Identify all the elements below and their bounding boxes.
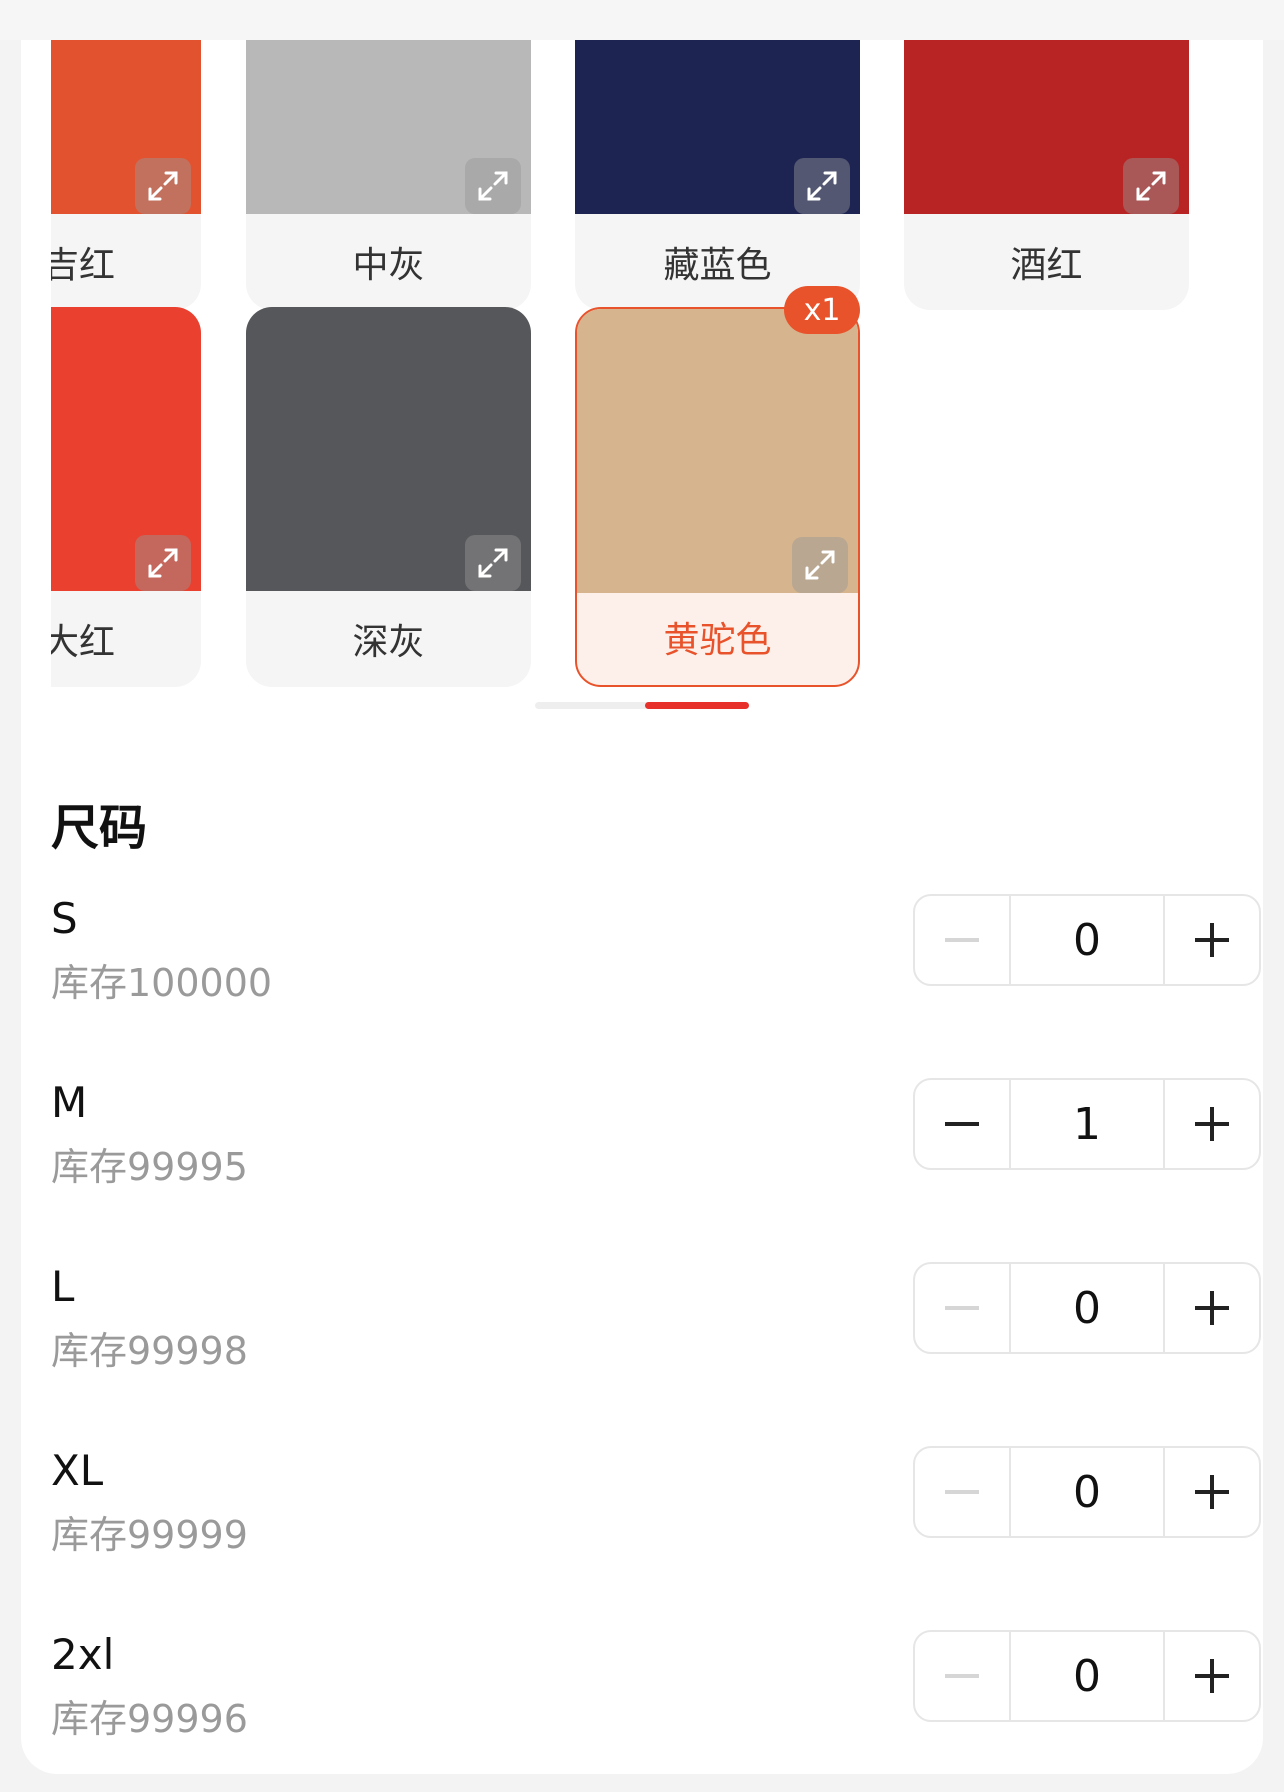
color-card-wine[interactable]: 酒红: [904, 40, 1189, 310]
expand-icon[interactable]: [792, 537, 848, 593]
size-stock: 库存99999: [51, 1513, 248, 1557]
quantity-value[interactable]: 0: [1011, 896, 1163, 984]
color-label: 中灰: [352, 245, 425, 286]
color-card-navy[interactable]: 藏蓝色: [575, 40, 860, 310]
minus-icon: [945, 938, 979, 942]
minus-icon: [945, 1122, 979, 1126]
color-card-partial-1[interactable]: 吉红: [51, 40, 201, 310]
color-card-darkgray[interactable]: 深灰: [246, 307, 531, 687]
plus-button[interactable]: [1163, 1080, 1259, 1168]
quantity-stepper: 0: [913, 1630, 1261, 1722]
color-label: 吉红: [51, 245, 115, 286]
color-card-camel[interactable]: 黄驼色: [575, 307, 860, 687]
quantity-value[interactable]: 0: [1011, 1264, 1163, 1352]
expand-icon[interactable]: [135, 535, 191, 591]
plus-button[interactable]: [1163, 1632, 1259, 1720]
minus-button[interactable]: [915, 1264, 1011, 1352]
quantity-value[interactable]: 0: [1011, 1632, 1163, 1720]
expand-icon[interactable]: [465, 158, 521, 214]
color-label: 深灰: [352, 622, 425, 663]
quantity-value[interactable]: 0: [1011, 1448, 1163, 1536]
size-row-xl: XL 库存99999 0: [51, 1446, 1261, 1586]
top-overlay: [0, 0, 1284, 40]
size-name: S: [51, 894, 78, 943]
quantity-stepper: 0: [913, 1446, 1261, 1538]
color-card-gray[interactable]: 中灰: [246, 40, 531, 310]
size-row-s: S 库存100000 0: [51, 894, 1261, 1034]
size-name: XL: [51, 1446, 104, 1495]
size-name: L: [51, 1262, 75, 1311]
plus-button[interactable]: [1163, 1264, 1259, 1352]
expand-icon[interactable]: [135, 158, 191, 214]
size-stock: 库存100000: [51, 961, 273, 1005]
size-row-m: M 库存99995 1: [51, 1078, 1261, 1218]
minus-button[interactable]: [915, 1448, 1011, 1536]
quantity-stepper: 0: [913, 1262, 1261, 1354]
quantity-stepper: 1: [913, 1078, 1261, 1170]
quantity-stepper: 0: [913, 894, 1261, 986]
size-name: M: [51, 1078, 88, 1127]
minus-icon: [945, 1674, 979, 1678]
expand-icon[interactable]: [465, 535, 521, 591]
color-card-partial-2[interactable]: 大红: [51, 307, 201, 687]
quantity-badge: x1: [784, 286, 860, 334]
size-stock: 库存99998: [51, 1329, 248, 1373]
plus-button[interactable]: [1163, 896, 1259, 984]
minus-icon: [945, 1490, 979, 1494]
color-label: 大红: [51, 622, 115, 663]
minus-icon: [945, 1306, 979, 1310]
color-grid: 吉红 中灰 藏蓝色 酒红 大红 深灰 黄驼色 x1: [51, 40, 1263, 700]
quantity-value[interactable]: 1: [1011, 1080, 1163, 1168]
sku-sheet: 吉红 中灰 藏蓝色 酒红 大红 深灰 黄驼色 x1 尺码 S 库存100000 …: [21, 0, 1263, 1774]
size-stock: 库存99995: [51, 1145, 248, 1189]
minus-button[interactable]: [915, 896, 1011, 984]
size-row-l: L 库存99998 0: [51, 1262, 1261, 1402]
minus-button[interactable]: [915, 1080, 1011, 1168]
color-label: 酒红: [1010, 245, 1083, 286]
color-label: 黄驼色: [663, 620, 772, 661]
scroll-thumb[interactable]: [645, 702, 749, 709]
expand-icon[interactable]: [794, 158, 850, 214]
plus-button[interactable]: [1163, 1448, 1259, 1536]
size-section-title: 尺码: [51, 800, 148, 856]
size-name: 2xl: [51, 1630, 115, 1679]
size-row-2xl: 2xl 库存99996 0: [51, 1630, 1261, 1770]
minus-button[interactable]: [915, 1632, 1011, 1720]
expand-icon[interactable]: [1123, 158, 1179, 214]
size-stock: 库存99996: [51, 1697, 248, 1741]
